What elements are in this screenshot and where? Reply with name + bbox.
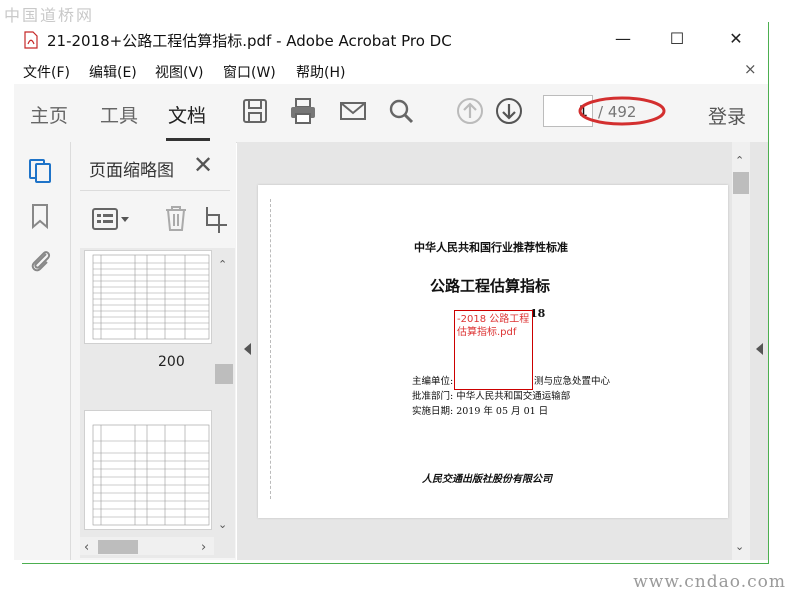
watermark-bottom: www.cndao.com bbox=[633, 572, 786, 592]
table-preview-graphic bbox=[92, 424, 210, 526]
doc-effective-date: 实施日期: 2019 年 05 月 01 日 bbox=[412, 406, 549, 417]
thumbnail-page-200[interactable] bbox=[84, 250, 212, 344]
crop-icon[interactable] bbox=[205, 203, 227, 233]
maximize-button[interactable]: ☐ bbox=[654, 24, 700, 54]
tab-document[interactable]: 文档 bbox=[168, 101, 206, 128]
doc-header: 中华人民共和国行业推荐性标准 bbox=[414, 241, 568, 254]
search-icon[interactable] bbox=[386, 96, 416, 126]
menu-view[interactable]: 视图(V) bbox=[155, 62, 204, 82]
bookmark-icon[interactable] bbox=[26, 202, 54, 230]
menu-close-button[interactable]: × bbox=[744, 60, 757, 78]
document-scrollbar[interactable] bbox=[732, 142, 750, 560]
doc-approver: 批准部门: 中华人民共和国交通运输部 bbox=[412, 391, 571, 402]
attachment-icon[interactable] bbox=[26, 246, 54, 274]
thumb-scroll-up-icon[interactable]: ⌃ bbox=[218, 258, 227, 271]
options-icon[interactable] bbox=[92, 205, 130, 233]
arrow-up-icon[interactable] bbox=[455, 96, 485, 126]
menu-window[interactable]: 窗口(W) bbox=[223, 62, 276, 82]
mail-icon[interactable] bbox=[338, 96, 368, 126]
annotation-text: -2018 公路工程估算指标.pdf bbox=[457, 314, 530, 338]
thumbnail-page-next[interactable] bbox=[84, 410, 212, 530]
window-border-right bbox=[768, 22, 769, 564]
doc-title: 公路工程估算指标 bbox=[430, 277, 551, 295]
menu-file[interactable]: 文件(F) bbox=[23, 62, 70, 82]
tab-home[interactable]: 主页 bbox=[30, 101, 68, 128]
page-edge-mark bbox=[270, 199, 273, 499]
arrow-down-icon[interactable] bbox=[494, 96, 524, 126]
doc-scroll-up-icon[interactable]: ⌃ bbox=[735, 154, 744, 167]
collapse-left-panel-icon[interactable] bbox=[244, 343, 251, 355]
doc-editor-rest: 测与应急处置中心 bbox=[534, 376, 611, 387]
table-preview-graphic bbox=[92, 254, 210, 340]
print-icon[interactable] bbox=[288, 96, 318, 126]
window-border-bottom bbox=[22, 563, 769, 564]
doc-editor-label: 主编单位: bbox=[412, 376, 454, 387]
thumbnail-page-label: 200 bbox=[158, 354, 185, 370]
save-icon[interactable] bbox=[240, 96, 270, 126]
highlight-ellipse bbox=[578, 96, 666, 126]
thumb-scroll-down-icon[interactable]: ⌄ bbox=[218, 518, 227, 531]
annotation-note[interactable]: -2018 公路工程估算指标.pdf bbox=[454, 310, 533, 390]
expand-right-panel-icon[interactable] bbox=[756, 343, 763, 355]
thumb-scroll-left-icon[interactable]: ‹ bbox=[84, 540, 89, 555]
thumb-scrollbar-thumb[interactable] bbox=[215, 364, 233, 384]
pdf-file-icon bbox=[24, 31, 38, 49]
panel-close-button[interactable]: ✕ bbox=[193, 151, 213, 179]
tab-tools[interactable]: 工具 bbox=[100, 101, 138, 128]
menu-edit[interactable]: 编辑(E) bbox=[89, 62, 137, 82]
login-button[interactable]: 登录 bbox=[708, 102, 746, 129]
minimize-button[interactable]: — bbox=[600, 24, 646, 54]
panel-title: 页面缩略图 bbox=[89, 161, 174, 181]
page-thumbnails-icon[interactable] bbox=[26, 156, 54, 184]
close-window-button[interactable]: ✕ bbox=[713, 24, 759, 54]
thumb-hscrollbar-thumb[interactable] bbox=[98, 540, 138, 554]
window-title: 21-2018+公路工程估算指标.pdf - Adobe Acrobat Pro… bbox=[47, 32, 452, 50]
doc-scroll-down-icon[interactable]: ⌄ bbox=[735, 540, 744, 553]
menu-help[interactable]: 帮助(H) bbox=[296, 62, 345, 82]
doc-scrollbar-thumb[interactable] bbox=[733, 172, 749, 194]
doc-publisher: 人民交通出版社股份有限公司 bbox=[422, 474, 552, 485]
delete-icon[interactable] bbox=[161, 203, 191, 233]
active-tab-indicator bbox=[166, 138, 210, 141]
thumb-scroll-right-icon[interactable]: › bbox=[201, 540, 206, 555]
